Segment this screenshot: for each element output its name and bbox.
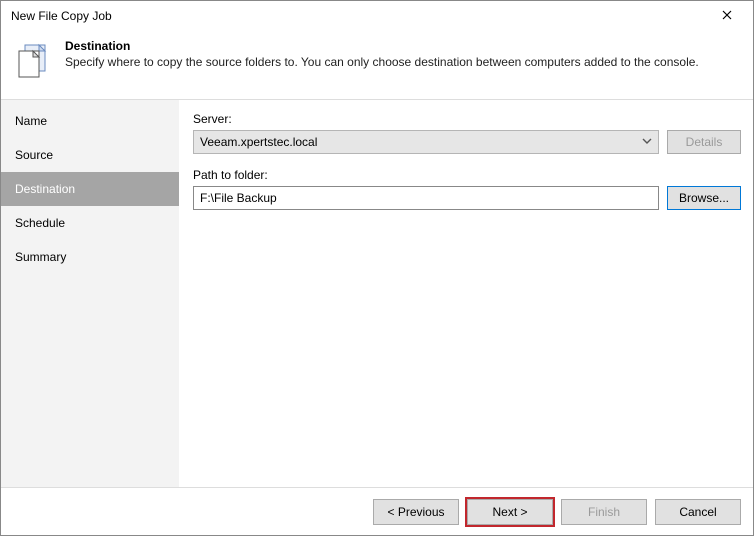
cancel-button[interactable]: Cancel — [655, 499, 741, 525]
details-button: Details — [667, 130, 741, 154]
next-button[interactable]: Next > — [467, 499, 553, 525]
path-label: Path to folder: — [193, 168, 741, 182]
previous-button[interactable]: < Previous — [373, 499, 459, 525]
sidebar-item-source[interactable]: Source — [1, 138, 179, 172]
path-input[interactable]: F:\File Backup — [193, 186, 659, 210]
sidebar-item-schedule[interactable]: Schedule — [1, 206, 179, 240]
path-input-value: F:\File Backup — [200, 191, 277, 205]
server-row: Veeam.xpertstec.local Details — [193, 130, 741, 154]
close-icon — [722, 7, 732, 25]
window-title: New File Copy Job — [11, 9, 707, 23]
server-select-value: Veeam.xpertstec.local — [200, 135, 317, 149]
server-select[interactable]: Veeam.xpertstec.local — [193, 130, 659, 154]
wizard-header-text: Destination Specify where to copy the so… — [65, 39, 699, 83]
browse-button[interactable]: Browse... — [667, 186, 741, 210]
dialog-window: New File Copy Job Destination Specify wh… — [0, 0, 754, 536]
wizard-content: Server: Veeam.xpertstec.local Details Pa… — [179, 100, 753, 487]
wizard-header-subtitle: Specify where to copy the source folders… — [65, 55, 699, 69]
wizard-header-title: Destination — [65, 39, 699, 53]
wizard-footer: < Previous Next > Finish Cancel — [1, 487, 753, 535]
server-label: Server: — [193, 112, 741, 126]
wizard-sidebar: Name Source Destination Schedule Summary — [1, 100, 179, 487]
path-row: F:\File Backup Browse... — [193, 186, 741, 210]
sidebar-item-name[interactable]: Name — [1, 104, 179, 138]
sidebar-item-destination[interactable]: Destination — [1, 172, 179, 206]
close-button[interactable] — [707, 2, 747, 30]
destination-page-icon — [11, 39, 55, 83]
wizard-header: Destination Specify where to copy the so… — [1, 31, 753, 100]
titlebar: New File Copy Job — [1, 1, 753, 31]
chevron-down-icon — [642, 135, 652, 149]
wizard-body: Name Source Destination Schedule Summary… — [1, 100, 753, 487]
finish-button: Finish — [561, 499, 647, 525]
sidebar-item-summary[interactable]: Summary — [1, 240, 179, 274]
